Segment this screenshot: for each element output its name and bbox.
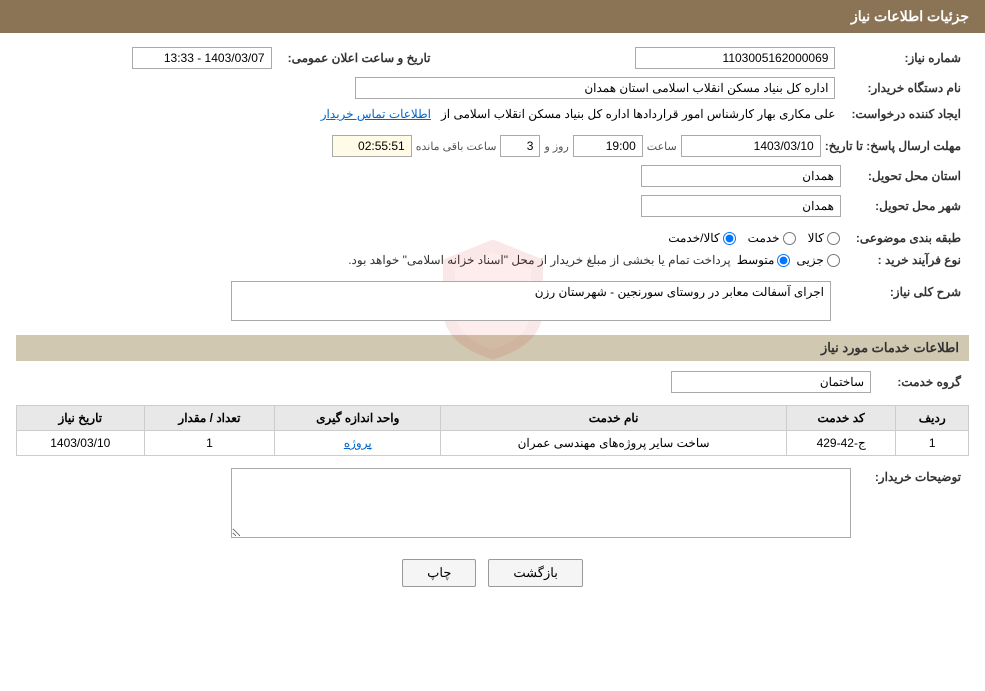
purchase-jozi-radio[interactable] (827, 254, 840, 267)
need-number-row: شماره نیاز: 1103005162000069 تاریخ و ساع… (16, 43, 969, 73)
need-description-table: شرح کلی نیاز: اجرای آسفالت معابر در روست… (16, 277, 969, 325)
category-kala-khadamat-item: کالا/خدمت (668, 231, 735, 245)
buyer-notes-label: توضیحات خریدار: (859, 464, 969, 545)
category-kala-khadamat-label: کالا/خدمت (668, 231, 719, 245)
back-button[interactable]: بازگشت (488, 559, 582, 587)
purchase-mottavaset-label: متوسط (737, 253, 775, 267)
province-row: استان محل تحویل: همدان (16, 161, 969, 191)
deadline-remaining-label: ساعت باقی مانده (416, 140, 497, 153)
purchase-type-row: نوع فرآیند خرید : جزیی متوسط پرداخت تمام… (16, 249, 969, 271)
service-group-table: گروه خدمت: ساختمان (16, 367, 969, 397)
cell-quantity: 1 (144, 431, 275, 456)
category-kala-item: کالا (808, 231, 840, 245)
page-title: جزئیات اطلاعات نیاز (851, 8, 969, 24)
cell-date: 1403/03/10 (17, 431, 145, 456)
col-service-code: کد خدمت (786, 406, 895, 431)
page-header: جزئیات اطلاعات نیاز (0, 0, 985, 33)
services-table: ردیف کد خدمت نام خدمت واحد اندازه گیری ت… (16, 405, 969, 456)
city-display: همدان (641, 195, 841, 217)
deadline-remaining-display: 02:55:51 (332, 135, 412, 157)
need-description-display: اجرای آسفالت معابر در روستای سورنجین - ش… (231, 281, 831, 321)
deadline-date-display: 1403/03/10 (681, 135, 821, 157)
need-number-label: شماره نیاز: (843, 43, 969, 73)
need-description-row: شرح کلی نیاز: اجرای آسفالت معابر در روست… (16, 277, 969, 325)
purchase-mottavaset-radio[interactable] (777, 254, 790, 267)
category-row: طبقه بندی موضوعی: کالا خدمت (16, 227, 969, 249)
requester-contact-link[interactable]: اطلاعات تماس خریدار (321, 107, 431, 121)
purchase-radio-group: جزیی متوسط پرداخت تمام یا بخشی از مبلغ خ… (24, 253, 840, 267)
need-description-value: اجرای آسفالت معابر در روستای سورنجین - ش… (16, 277, 839, 325)
public-announce-display: 1403/03/07 - 13:33 (132, 47, 272, 69)
content-area: شماره نیاز: 1103005162000069 تاریخ و ساع… (0, 33, 985, 607)
city-value: همدان (16, 191, 849, 221)
col-unit: واحد اندازه گیری (275, 406, 441, 431)
need-description-label: شرح کلی نیاز: (839, 277, 969, 325)
deadline-days-label: روز و (544, 140, 568, 153)
city-row: شهر محل تحویل: همدان (16, 191, 969, 221)
basic-info-table: شماره نیاز: 1103005162000069 تاریخ و ساع… (16, 43, 969, 125)
requester-value: علی مکاری بهار کارشناس امور قراردادها اد… (16, 103, 843, 125)
need-number-value: 1103005162000069 (478, 43, 843, 73)
province-label: استان محل تحویل: (849, 161, 969, 191)
purchase-jozi-label: جزیی (796, 253, 823, 267)
category-radio-group: کالا خدمت کالا/خدمت (24, 231, 840, 245)
page-wrapper: جزئیات اطلاعات نیاز شماره نیاز: 11030051… (0, 0, 985, 691)
col-quantity: تعداد / مقدار (144, 406, 275, 431)
services-table-header: ردیف کد خدمت نام خدمت واحد اندازه گیری ت… (17, 406, 969, 431)
table-row: 1 ج-42-429 ساخت سایر پروژه‌های مهندسی عم… (17, 431, 969, 456)
category-kala-khadamat-radio[interactable] (723, 232, 736, 245)
buyer-org-value: اداره کل بنیاد مسکن انقلاب اسلامی استان … (16, 73, 843, 103)
purchase-type-label: نوع فرآیند خرید : (848, 249, 969, 271)
buyer-notes-value (16, 464, 859, 545)
category-khadamat-item: خدمت (748, 231, 796, 245)
buyer-org-display: اداره کل بنیاد مسکن انقلاب اسلامی استان … (355, 77, 835, 99)
service-group-label: گروه خدمت: (879, 367, 969, 397)
category-table: طبقه بندی موضوعی: کالا خدمت (16, 227, 969, 271)
category-label: طبقه بندی موضوعی: (848, 227, 969, 249)
buyer-org-row: نام دستگاه خریدار: اداره کل بنیاد مسکن ا… (16, 73, 969, 103)
service-group-row: گروه خدمت: ساختمان (16, 367, 969, 397)
purchase-jozi-item: جزیی (796, 253, 839, 267)
buyer-notes-textarea[interactable] (231, 468, 851, 538)
requester-label: ایجاد کننده درخواست: (843, 103, 969, 125)
public-announce-value: 1403/03/07 - 13:33 (16, 43, 280, 73)
category-kala-radio[interactable] (827, 232, 840, 245)
service-group-value: ساختمان (16, 367, 879, 397)
deadline-row: مهلت ارسال پاسخ: تا تاریخ: 1403/03/10 سا… (16, 131, 969, 161)
col-service-name: نام خدمت (441, 406, 787, 431)
province-display: همدان (641, 165, 841, 187)
city-label: شهر محل تحویل: (849, 191, 969, 221)
category-khadamat-radio[interactable] (783, 232, 796, 245)
cell-service-code: ج-42-429 (786, 431, 895, 456)
deadline-days-display: 3 (500, 135, 540, 157)
buyer-org-label: نام دستگاه خریدار: (843, 73, 969, 103)
services-section-title: اطلاعات خدمات مورد نیاز (16, 335, 969, 361)
deadline-label: مهلت ارسال پاسخ: تا تاریخ: (825, 139, 961, 153)
service-group-display: ساختمان (671, 371, 871, 393)
col-date: تاریخ نیاز (17, 406, 145, 431)
deadline-time-display: 19:00 (573, 135, 643, 157)
buyer-notes-table: توضیحات خریدار: (16, 464, 969, 545)
purchase-mottavaset-item: متوسط (737, 253, 791, 267)
requester-row: ایجاد کننده درخواست: علی مکاری بهار کارش… (16, 103, 969, 125)
buyer-notes-row: توضیحات خریدار: (16, 464, 969, 545)
need-number-display: 1103005162000069 (635, 47, 835, 69)
province-value: همدان (16, 161, 849, 191)
cell-row-num: 1 (896, 431, 969, 456)
purchase-type-value: جزیی متوسط پرداخت تمام یا بخشی از مبلغ خ… (16, 249, 848, 271)
col-row-num: ردیف (896, 406, 969, 431)
public-announce-label: تاریخ و ساعت اعلان عمومی: (280, 43, 439, 73)
cell-unit: پروژه (275, 431, 441, 456)
purchase-description: پرداخت تمام یا بخشی از مبلغ خریدار از مح… (348, 253, 731, 267)
category-value: کالا خدمت کالا/خدمت (16, 227, 848, 249)
deadline-time-label: ساعت (647, 140, 677, 153)
watermark-section: شرح کلی نیاز: اجرای آسفالت معابر در روست… (16, 277, 969, 325)
category-kala-label: کالا (808, 231, 824, 245)
category-khadamat-label: خدمت (748, 231, 780, 245)
requester-text: علی مکاری بهار کارشناس امور قراردادها اد… (441, 107, 835, 121)
location-table: استان محل تحویل: همدان شهر محل تحویل: هم… (16, 161, 969, 221)
cell-service-name: ساخت سایر پروژه‌های مهندسی عمران (441, 431, 787, 456)
print-button[interactable]: چاپ (402, 559, 476, 587)
button-row: بازگشت چاپ (16, 559, 969, 587)
